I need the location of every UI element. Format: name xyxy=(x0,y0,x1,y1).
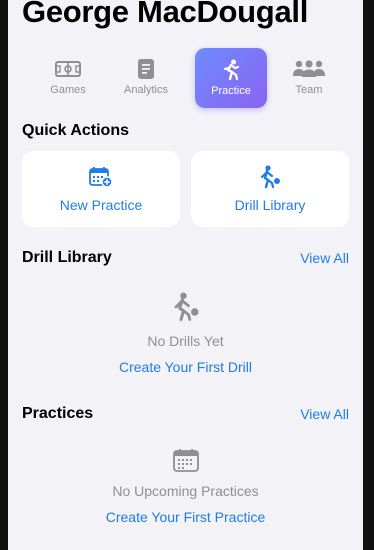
drill-library-title: Drill Library xyxy=(22,249,112,266)
no-drills-message: No Drills Yet xyxy=(147,333,224,349)
running-figure-icon xyxy=(221,59,241,81)
tab-analytics-label: Analytics xyxy=(123,84,169,96)
drill-library-label: Drill Library xyxy=(234,197,306,213)
tab-team[interactable]: Team xyxy=(273,46,345,108)
create-first-drill-link[interactable]: Create Your First Drill xyxy=(119,359,252,375)
page-title: George MacDougall xyxy=(22,0,309,29)
no-practices-message: No Upcoming Practices xyxy=(112,483,259,499)
tab-analytics[interactable]: Analytics xyxy=(110,46,182,108)
practices-empty-state: No Upcoming Practices Create Your First … xyxy=(8,448,363,525)
tab-team-label: Team xyxy=(295,84,323,96)
people-group-icon xyxy=(292,58,326,80)
tab-practice-label: Practice xyxy=(211,85,251,97)
create-first-practice-link[interactable]: Create Your First Practice xyxy=(106,509,266,525)
tab-practice[interactable]: Practice xyxy=(195,48,267,108)
drill-library-view-all-link[interactable]: View All xyxy=(300,250,349,266)
segment-tabs: Games Analytics Practice Team xyxy=(8,46,363,108)
practices-view-all-link[interactable]: View All xyxy=(300,406,349,422)
new-practice-label: New Practice xyxy=(59,197,143,213)
drill-library-button[interactable]: Drill Library xyxy=(191,151,349,227)
practices-title: Practices xyxy=(22,405,94,422)
player-dribbling-icon xyxy=(259,165,281,189)
tab-games-label: Games xyxy=(50,84,86,96)
drill-library-empty-state: No Drills Yet Create Your First Drill xyxy=(8,292,363,375)
document-icon xyxy=(138,58,154,80)
player-dribbling-icon xyxy=(172,292,200,327)
soccer-field-icon xyxy=(55,58,81,80)
app-screen: George MacDougall Games Analytics Practi… xyxy=(8,0,363,550)
calendar-add-icon xyxy=(89,165,113,189)
tab-games[interactable]: Games xyxy=(32,46,104,108)
quick-actions-title: Quick Actions xyxy=(22,122,129,139)
new-practice-button[interactable]: New Practice xyxy=(22,151,180,227)
calendar-icon xyxy=(172,448,199,477)
